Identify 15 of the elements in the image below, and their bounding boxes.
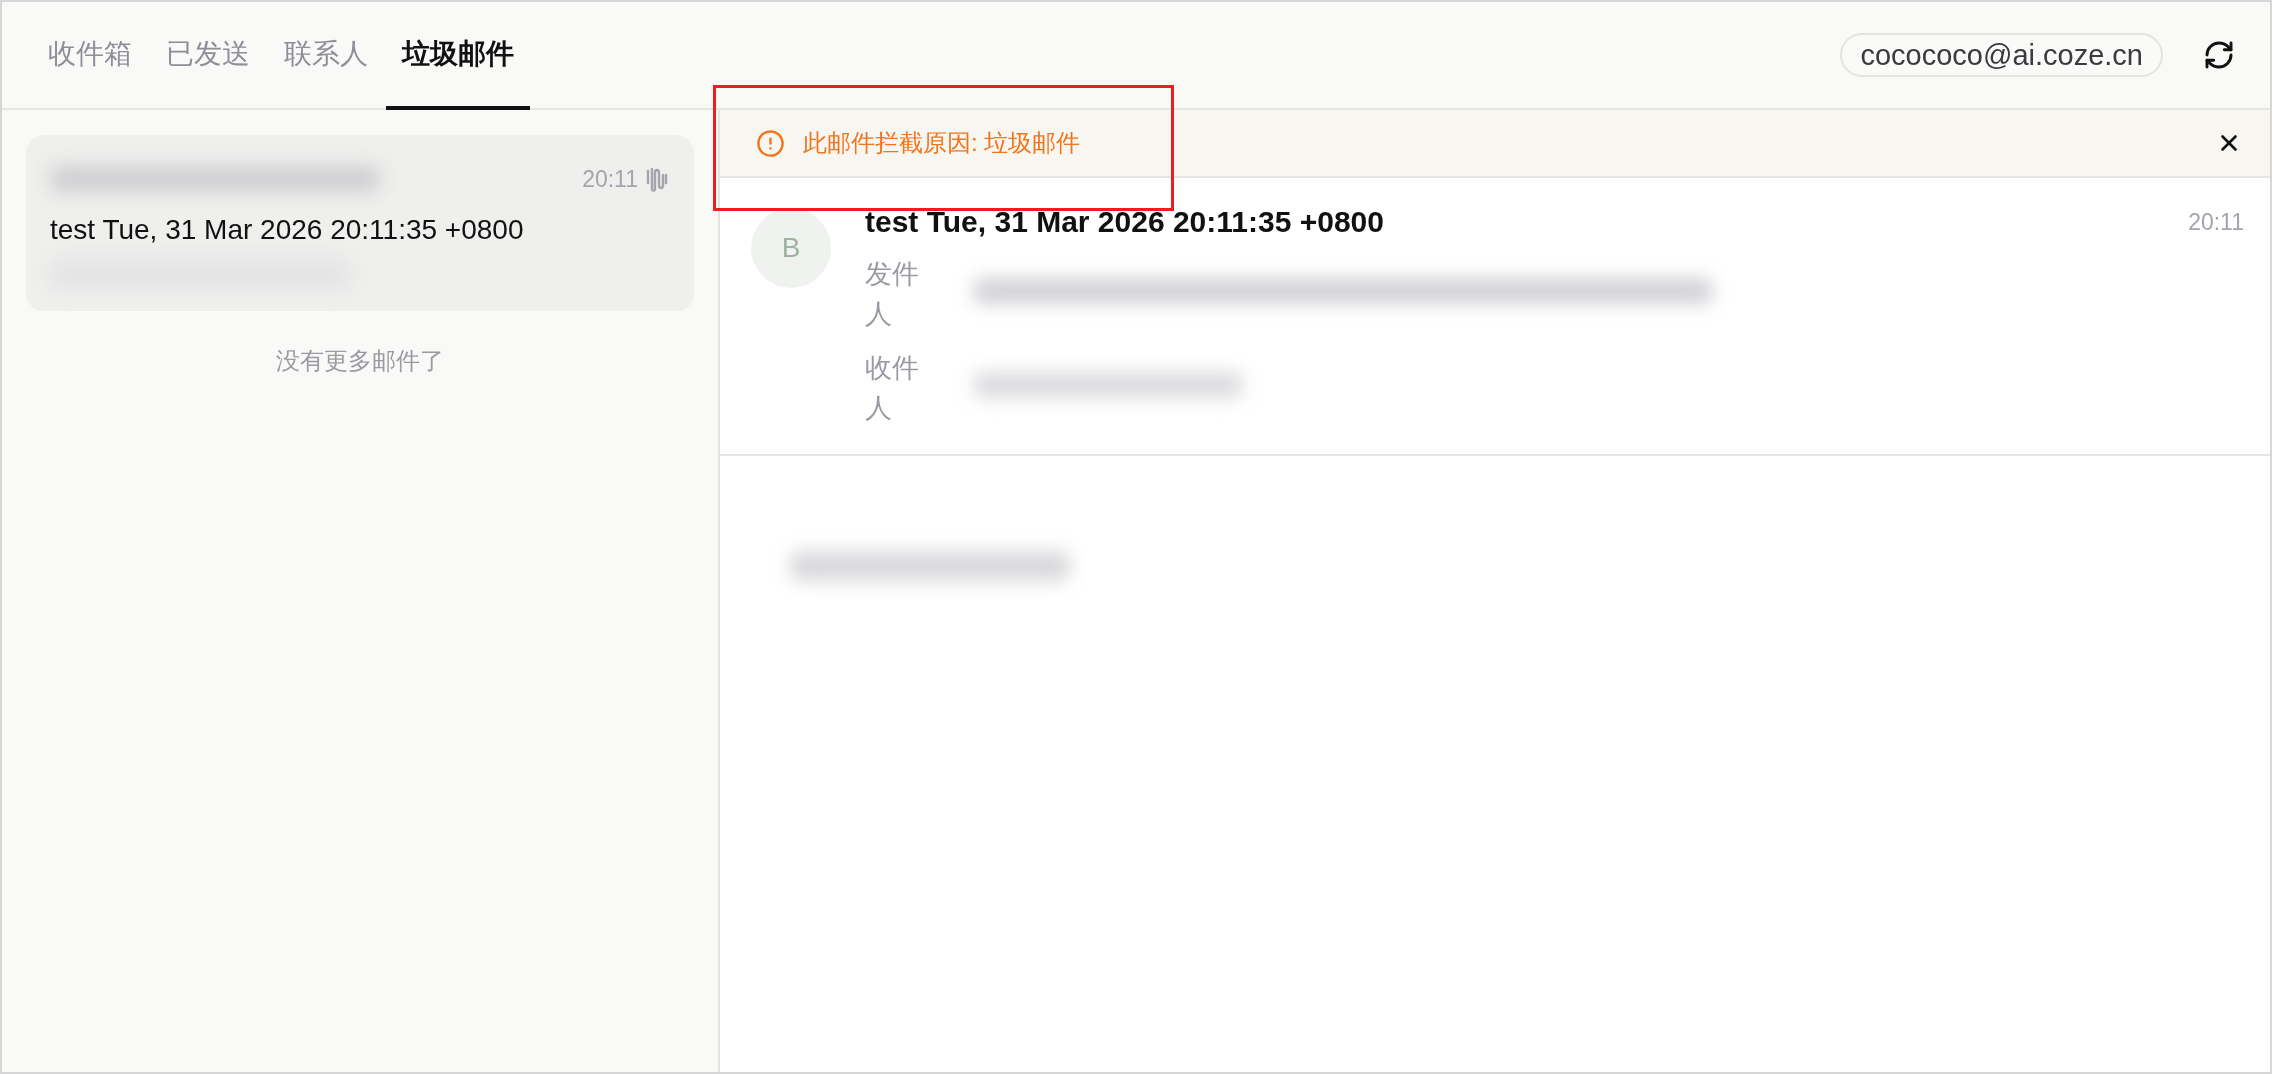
message-list-item[interactable]: 20:11 test Tue, 31 Mar 2026 20:11:35 +0800: [26, 135, 694, 311]
warning-icon: [756, 128, 785, 158]
mail-subject: test Tue, 31 Mar 2026 20:11:35 +0800: [865, 204, 1384, 240]
avatar: B: [751, 208, 831, 288]
message-time: 20:11: [582, 165, 638, 193]
field-label: 发件人: [865, 258, 920, 331]
field-label: 收件人: [865, 352, 920, 425]
refresh-button[interactable]: [2203, 39, 2235, 71]
account-chip[interactable]: cocococo@ai.coze.cn: [1840, 33, 2163, 77]
mail-time: 20:11: [2188, 208, 2244, 236]
notice-text: 此邮件拦截原因: 垃圾邮件: [803, 128, 1082, 158]
waveform-icon: [646, 165, 668, 193]
message-subject: test Tue, 31 Mar 2026 20:11:35 +0800: [50, 213, 525, 247]
refresh-icon: [2203, 39, 2235, 71]
end-of-list-note: 没有更多邮件了: [276, 346, 444, 376]
